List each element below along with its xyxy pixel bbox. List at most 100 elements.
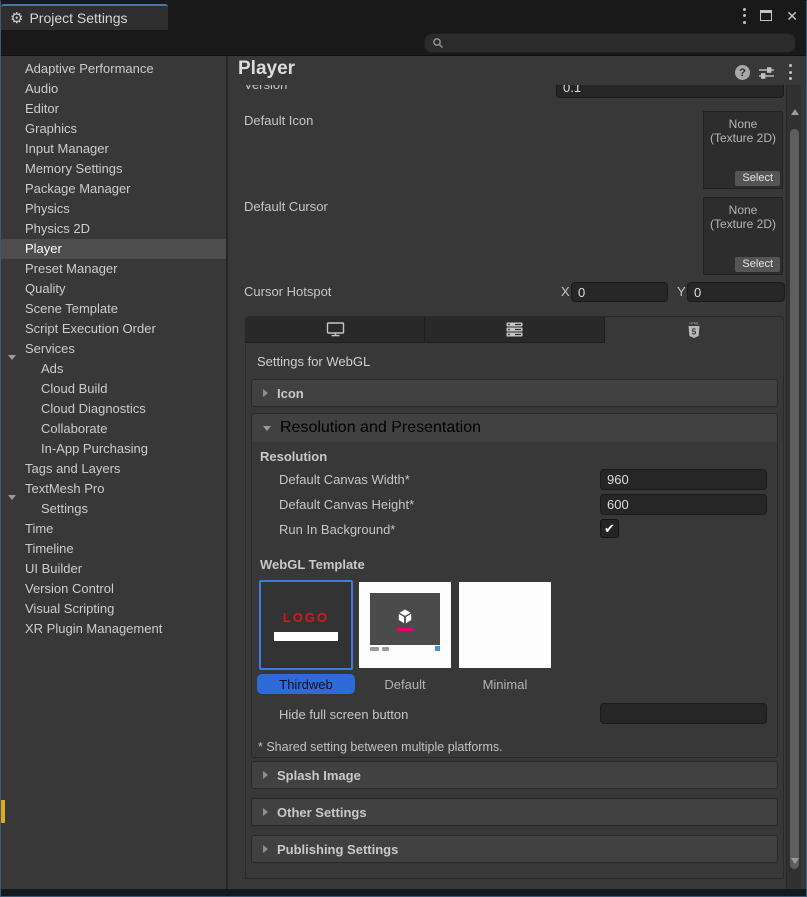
html5-icon: HTML 5 [686,321,702,340]
sidebar-item-version-control[interactable]: Version Control [1,579,226,599]
foldout-splash-image[interactable]: Splash Image [251,761,778,789]
platform-tab-strip: HTML 5 [246,317,783,343]
sidebar-item-player[interactable]: Player [1,239,226,259]
sidebar-item-cloud-diagnostics[interactable]: Cloud Diagnostics [1,399,226,419]
window-bottom-frame [1,889,806,897]
tab-webgl[interactable]: HTML 5 [605,317,783,343]
sidebar-item-tmp-settings[interactable]: Settings [1,499,226,519]
gear-icon: ⚙ [10,11,23,26]
sidebar-item-package-manager[interactable]: Package Manager [1,179,226,199]
sidebar-item-ui-builder[interactable]: UI Builder [1,559,226,579]
sidebar-item-xr-plugin-management[interactable]: XR Plugin Management [1,619,226,639]
search-box[interactable] [424,33,796,53]
tab-dedicated-server[interactable] [425,317,604,343]
close-icon[interactable]: ✕ [786,9,798,23]
player-settings-panel: Player ? Version 0.1 Default Icon None [228,56,806,889]
page-title: Player [238,58,295,80]
template-card-thirdweb[interactable]: LOGO [259,580,353,670]
sidebar-item-physics[interactable]: Physics [1,199,226,219]
panel-menu-icon[interactable] [788,64,792,80]
sidebar-item-adaptive-performance[interactable]: Adaptive Performance [1,59,226,79]
hotspot-x-field[interactable] [571,282,668,302]
resolution-presentation-section: Resolution and Presentation Resolution D… [251,413,778,758]
scrollbar-thumb[interactable] [790,129,799,869]
search-input[interactable] [449,36,779,50]
template-label-default[interactable]: Default [359,674,451,694]
server-icon [506,322,523,337]
foldout-collapsed-icon [263,771,268,779]
sidebar-item-ads[interactable]: Ads [1,359,226,379]
window-menu-icon[interactable] [742,8,746,24]
window-title: Project Settings [29,10,127,26]
version-label: Version [244,85,364,98]
sidebar-item-scene-template[interactable]: Scene Template [1,299,226,319]
default-icon-picker[interactable]: None (Texture 2D) Select [703,111,783,189]
version-field[interactable]: 0.1 [556,85,784,98]
unity-logo-icon [396,608,414,626]
select-icon-button[interactable]: Select [735,171,780,186]
canvas-width-field[interactable] [600,469,767,490]
svg-text:HTML: HTML [689,321,698,325]
foldout-resolution-presentation[interactable]: Resolution and Presentation [252,414,777,442]
platform-settings-box: HTML 5 Settings for WebGL Icon [245,316,784,879]
default-cursor-label: Default Cursor [244,199,328,214]
run-in-background-label: Run In Background* [279,522,395,537]
hide-fullscreen-field[interactable] [600,703,767,724]
default-icon-label: Default Icon [244,113,313,128]
preset-icon[interactable] [758,66,775,80]
search-icon [432,37,444,49]
sidebar-item-textmesh-pro[interactable]: TextMesh Pro [1,479,226,499]
default-template-canvas [370,593,440,645]
settings-for-label: Settings for WebGL [257,354,370,369]
window-tab-project-settings[interactable]: ⚙ Project Settings [1,4,168,30]
sidebar-item-script-execution-order[interactable]: Script Execution Order [1,319,226,339]
template-label-minimal[interactable]: Minimal [459,674,551,694]
canvas-width-label: Default Canvas Width* [279,472,410,487]
foldout-publishing-settings[interactable]: Publishing Settings [251,835,778,863]
scroll-up-icon[interactable] [791,92,799,110]
sidebar-item-editor[interactable]: Editor [1,99,226,119]
sidebar-item-tags-and-layers[interactable]: Tags and Layers [1,459,226,479]
sidebar-item-audio[interactable]: Audio [1,79,226,99]
help-icon[interactable]: ? [735,65,750,80]
default-template-footer [370,646,440,652]
default-cursor-picker[interactable]: None (Texture 2D) Select [703,197,783,275]
sidebar-item-time[interactable]: Time [1,519,226,539]
template-card-default[interactable] [359,582,451,668]
sidebar-item-cloud-build[interactable]: Cloud Build [1,379,226,399]
sidebar-item-visual-scripting[interactable]: Visual Scripting [1,599,226,619]
run-in-background-checkbox[interactable]: ✔ [600,519,619,538]
thirdweb-logo-text: LOGO [283,610,329,625]
unity-loading-bar [397,628,413,631]
sidebar-item-services[interactable]: Services [1,339,226,359]
settings-sidebar: Adaptive Performance Audio Editor Graphi… [1,56,228,889]
sidebar-item-graphics[interactable]: Graphics [1,119,226,139]
select-cursor-button[interactable]: Select [735,257,780,272]
sidebar-item-input-manager[interactable]: Input Manager [1,139,226,159]
sidebar-item-preset-manager[interactable]: Preset Manager [1,259,226,279]
thirdweb-loading-bar [274,632,338,641]
sidebar-item-timeline[interactable]: Timeline [1,539,226,559]
sidebar-item-memory-settings[interactable]: Memory Settings [1,159,226,179]
vertical-scrollbar[interactable] [786,85,801,889]
hotspot-y-field[interactable] [687,282,785,302]
tab-desktop[interactable] [246,317,425,343]
foldout-other-settings[interactable]: Other Settings [251,798,778,826]
edge-warning-strip [1,800,5,823]
cursor-hotspot-label: Cursor Hotspot [244,284,331,299]
sidebar-item-quality[interactable]: Quality [1,279,226,299]
sidebar-item-collaborate[interactable]: Collaborate [1,419,226,439]
foldout-collapsed-icon [263,845,268,853]
foldout-collapsed-icon [263,389,268,397]
foldout-icon-section[interactable]: Icon [251,379,778,407]
template-card-minimal[interactable] [459,582,551,668]
project-settings-window: ⚙ Project Settings ✕ Adaptive Performanc… [0,0,807,897]
fullscreen-button-icon [435,646,440,651]
sidebar-item-in-app-purchasing[interactable]: In-App Purchasing [1,439,226,459]
sidebar-item-physics-2d[interactable]: Physics 2D [1,219,226,239]
template-label-thirdweb[interactable]: Thirdweb [257,674,355,694]
scroll-down-icon[interactable] [791,864,799,882]
canvas-height-field[interactable] [600,494,767,515]
maximize-icon[interactable] [760,10,772,21]
svg-text:5: 5 [692,327,697,336]
